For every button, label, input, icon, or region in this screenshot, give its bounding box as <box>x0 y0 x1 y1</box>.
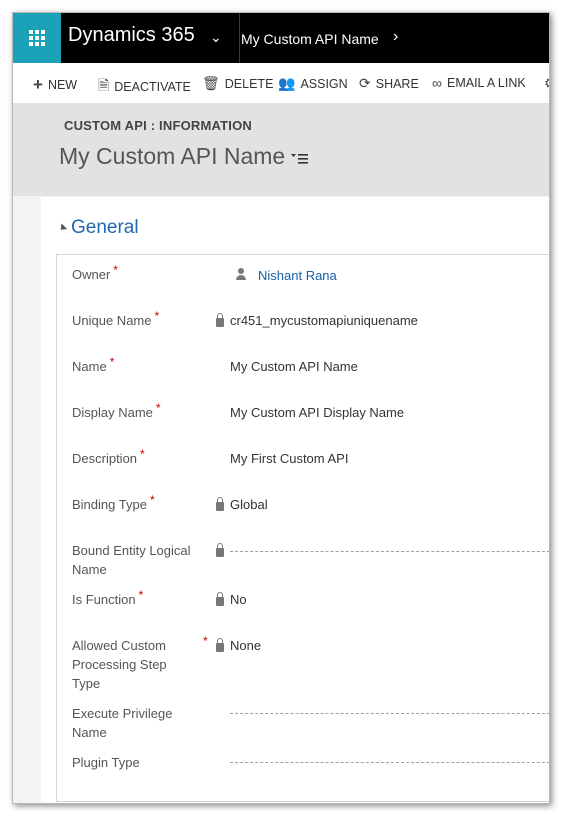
email-link-button[interactable]: ∞ EMAIL A LINK <box>432 75 526 91</box>
deactivate-icon: 🗎 <box>98 77 110 93</box>
field-label: Unique Name * <box>72 309 160 328</box>
more-commands-icon[interactable]: ⚙ <box>544 75 549 92</box>
required-asterisk: * <box>149 493 155 507</box>
name-input[interactable]: My Custom API Name <box>230 359 358 374</box>
required-asterisk: * <box>203 634 208 648</box>
breadcrumb[interactable]: My Custom API Name <box>241 31 379 47</box>
chevron-down-icon[interactable]: ⌄ <box>210 29 222 46</box>
plugin-type-lookup[interactable] <box>230 762 549 763</box>
collapse-triangle-icon[interactable] <box>57 223 68 233</box>
field-label: Description * <box>72 447 145 466</box>
person-icon <box>236 268 246 280</box>
record-header: CUSTOM API : INFORMATION My Custom API N… <box>13 104 549 196</box>
field-label: Owner * <box>72 263 118 282</box>
required-asterisk: * <box>155 401 161 415</box>
field-label: Binding Type * <box>72 493 155 512</box>
owner-lookup-link[interactable]: Nishant Rana <box>258 268 337 283</box>
delete-label: DELETE <box>224 76 274 91</box>
lock-icon <box>216 638 224 652</box>
assign-icon: 👥 <box>278 75 296 91</box>
description-input[interactable]: My First Custom API <box>230 451 348 466</box>
waffle-icon <box>29 30 45 46</box>
required-asterisk: * <box>113 263 118 277</box>
top-nav-bar: Dynamics 365 ⌄ My Custom API Name › <box>13 13 549 63</box>
lock-icon <box>216 543 224 557</box>
delete-button[interactable]: 🗑 DELETE <box>202 75 273 92</box>
allowed-step-type-value: None <box>230 638 262 653</box>
required-asterisk: * <box>138 588 144 602</box>
trash-icon: 🗑 <box>202 75 220 91</box>
required-asterisk: * <box>109 355 115 369</box>
assign-button[interactable]: 👥 ASSIGN <box>278 75 348 92</box>
display-name-input[interactable]: My Custom API Display Name <box>230 405 404 420</box>
section-header-general[interactable]: General <box>57 217 139 239</box>
lock-icon <box>216 592 224 606</box>
command-bar: + NEW 🗎 DEACTIVATE 🗑 DELETE 👥 ASSIGN ⟳ S… <box>13 63 549 104</box>
app-launcher-button[interactable] <box>13 13 61 63</box>
email-link-label: EMAIL A LINK <box>446 76 526 90</box>
assign-label: ASSIGN <box>300 76 348 91</box>
binding-type-value: Global <box>230 497 268 512</box>
lock-icon <box>216 313 224 327</box>
divider <box>239 13 240 63</box>
form-selector-icon[interactable] <box>291 152 309 166</box>
new-button[interactable]: + NEW <box>33 75 77 95</box>
field-label: Plugin Type <box>72 755 140 770</box>
deactivate-label: DEACTIVATE <box>114 80 191 94</box>
share-button[interactable]: ⟳ SHARE <box>359 75 419 92</box>
execute-privilege-input[interactable] <box>230 713 549 714</box>
general-section: Owner * Nishant Rana Unique Name * cr451_m… <box>56 254 549 802</box>
entity-type-label: CUSTOM API : INFORMATION <box>64 118 252 133</box>
new-label: NEW <box>47 78 78 92</box>
required-asterisk: * <box>140 447 145 461</box>
share-label: SHARE <box>375 76 419 91</box>
deactivate-button[interactable]: 🗎 DEACTIVATE <box>98 75 191 99</box>
field-label: Display Name * <box>72 401 161 420</box>
lock-icon <box>216 497 224 511</box>
brand-title[interactable]: Dynamics 365 <box>68 24 195 47</box>
required-asterisk: * <box>154 309 160 323</box>
app-window: Dynamics 365 ⌄ My Custom API Name › + NE… <box>12 12 550 804</box>
plus-icon: + <box>33 75 43 94</box>
field-label: Execute Privilege Name <box>72 706 173 740</box>
share-icon: ⟳ <box>359 75 371 91</box>
field-label: Allowed Custom Processing Step Type <box>72 638 167 691</box>
chevron-right-icon[interactable]: › <box>393 28 398 46</box>
is-function-value: No <box>230 592 247 607</box>
record-title: My Custom API Name <box>59 143 286 169</box>
link-icon: ∞ <box>432 75 442 91</box>
section-title: General <box>71 217 139 238</box>
unique-name-value: cr451_mycustomapiuniquename <box>230 313 418 328</box>
bound-entity-empty-value <box>230 551 549 552</box>
form-content: General Owner * Nishant Rana Unique Name *… <box>41 197 549 803</box>
field-label: Bound Entity Logical Name <box>72 543 191 577</box>
field-label: Is Function * <box>72 588 144 607</box>
field-label: Name * <box>72 355 115 374</box>
